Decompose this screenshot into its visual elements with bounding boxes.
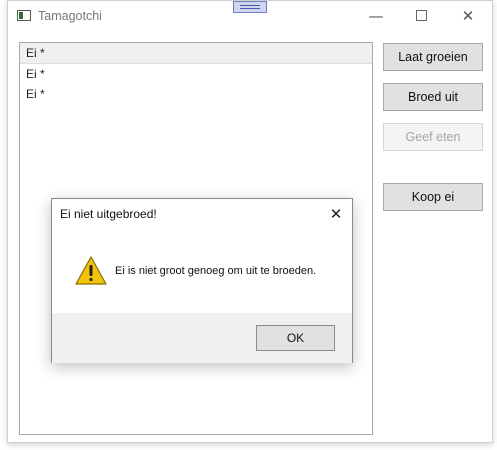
- list-item[interactable]: Ei *: [20, 84, 372, 104]
- dialog-close-button[interactable]: ✕: [322, 202, 350, 226]
- buy-egg-button[interactable]: Koop ei: [383, 183, 483, 211]
- hatch-button[interactable]: Broed uit: [383, 83, 483, 111]
- warning-icon: [75, 256, 107, 285]
- dialog-message: Ei is niet groot genoeg om uit te broede…: [115, 265, 317, 277]
- close-button[interactable]: ✕: [445, 1, 491, 31]
- list-item[interactable]: Ei *: [20, 64, 372, 84]
- app-icon: [17, 10, 31, 21]
- grow-button[interactable]: Laat groeien: [383, 43, 483, 71]
- minimize-button[interactable]: —: [353, 1, 399, 31]
- maximize-button[interactable]: [398, 1, 444, 31]
- ok-button[interactable]: OK: [256, 325, 335, 351]
- title-bar[interactable]: Tamagotchi — ✕: [8, 1, 492, 32]
- maximize-icon: [415, 10, 427, 21]
- message-dialog: Ei niet uitgebroed! ✕ Ei is niet groot g…: [51, 198, 353, 363]
- main-window: Tamagotchi — ✕ Ei * Ei * Ei * Laat groei…: [7, 0, 493, 443]
- dialog-title: Ei niet uitgebroed!: [60, 207, 157, 221]
- list-item[interactable]: Ei *: [20, 43, 372, 64]
- drag-grip-icon[interactable]: [233, 1, 267, 13]
- window-title: Tamagotchi: [38, 9, 102, 23]
- feed-button: Geef eten: [383, 123, 483, 151]
